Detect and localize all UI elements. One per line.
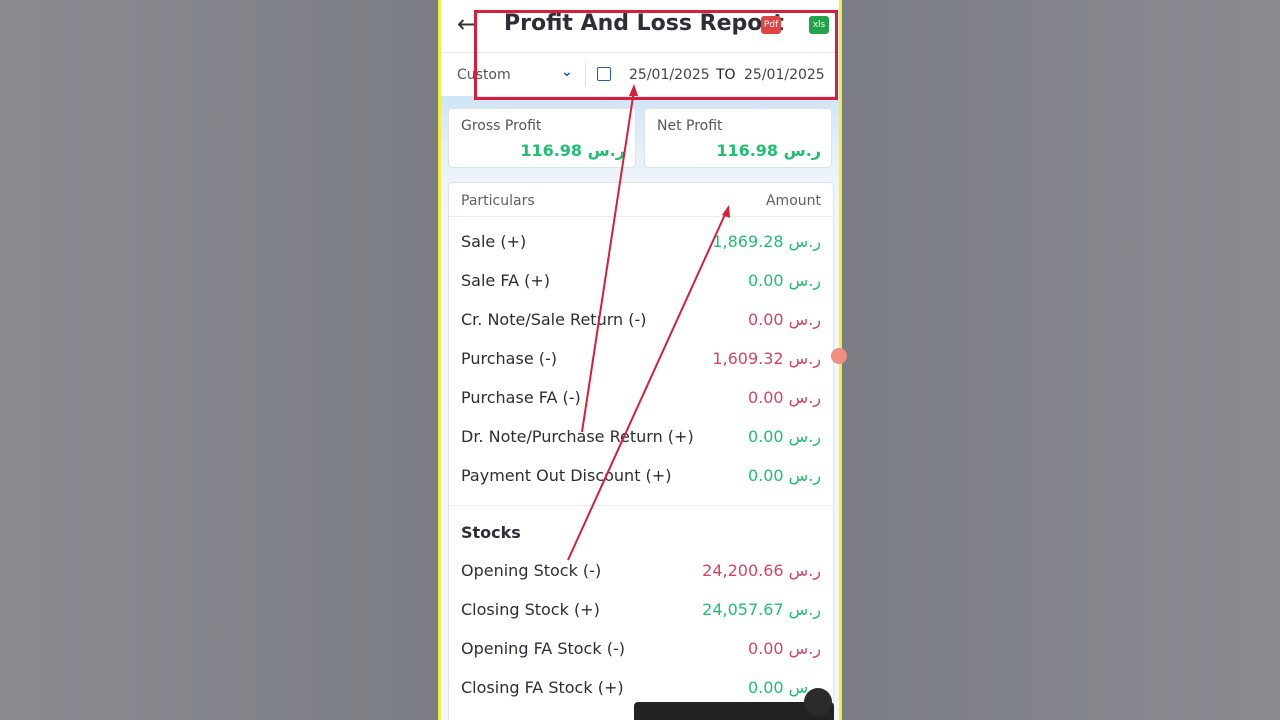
annotation-arrows — [567, 84, 730, 561]
annotation-arrow-amount — [567, 209, 728, 561]
annotation-arrowhead-date — [629, 84, 638, 96]
annotation-arrow-date — [581, 89, 635, 433]
